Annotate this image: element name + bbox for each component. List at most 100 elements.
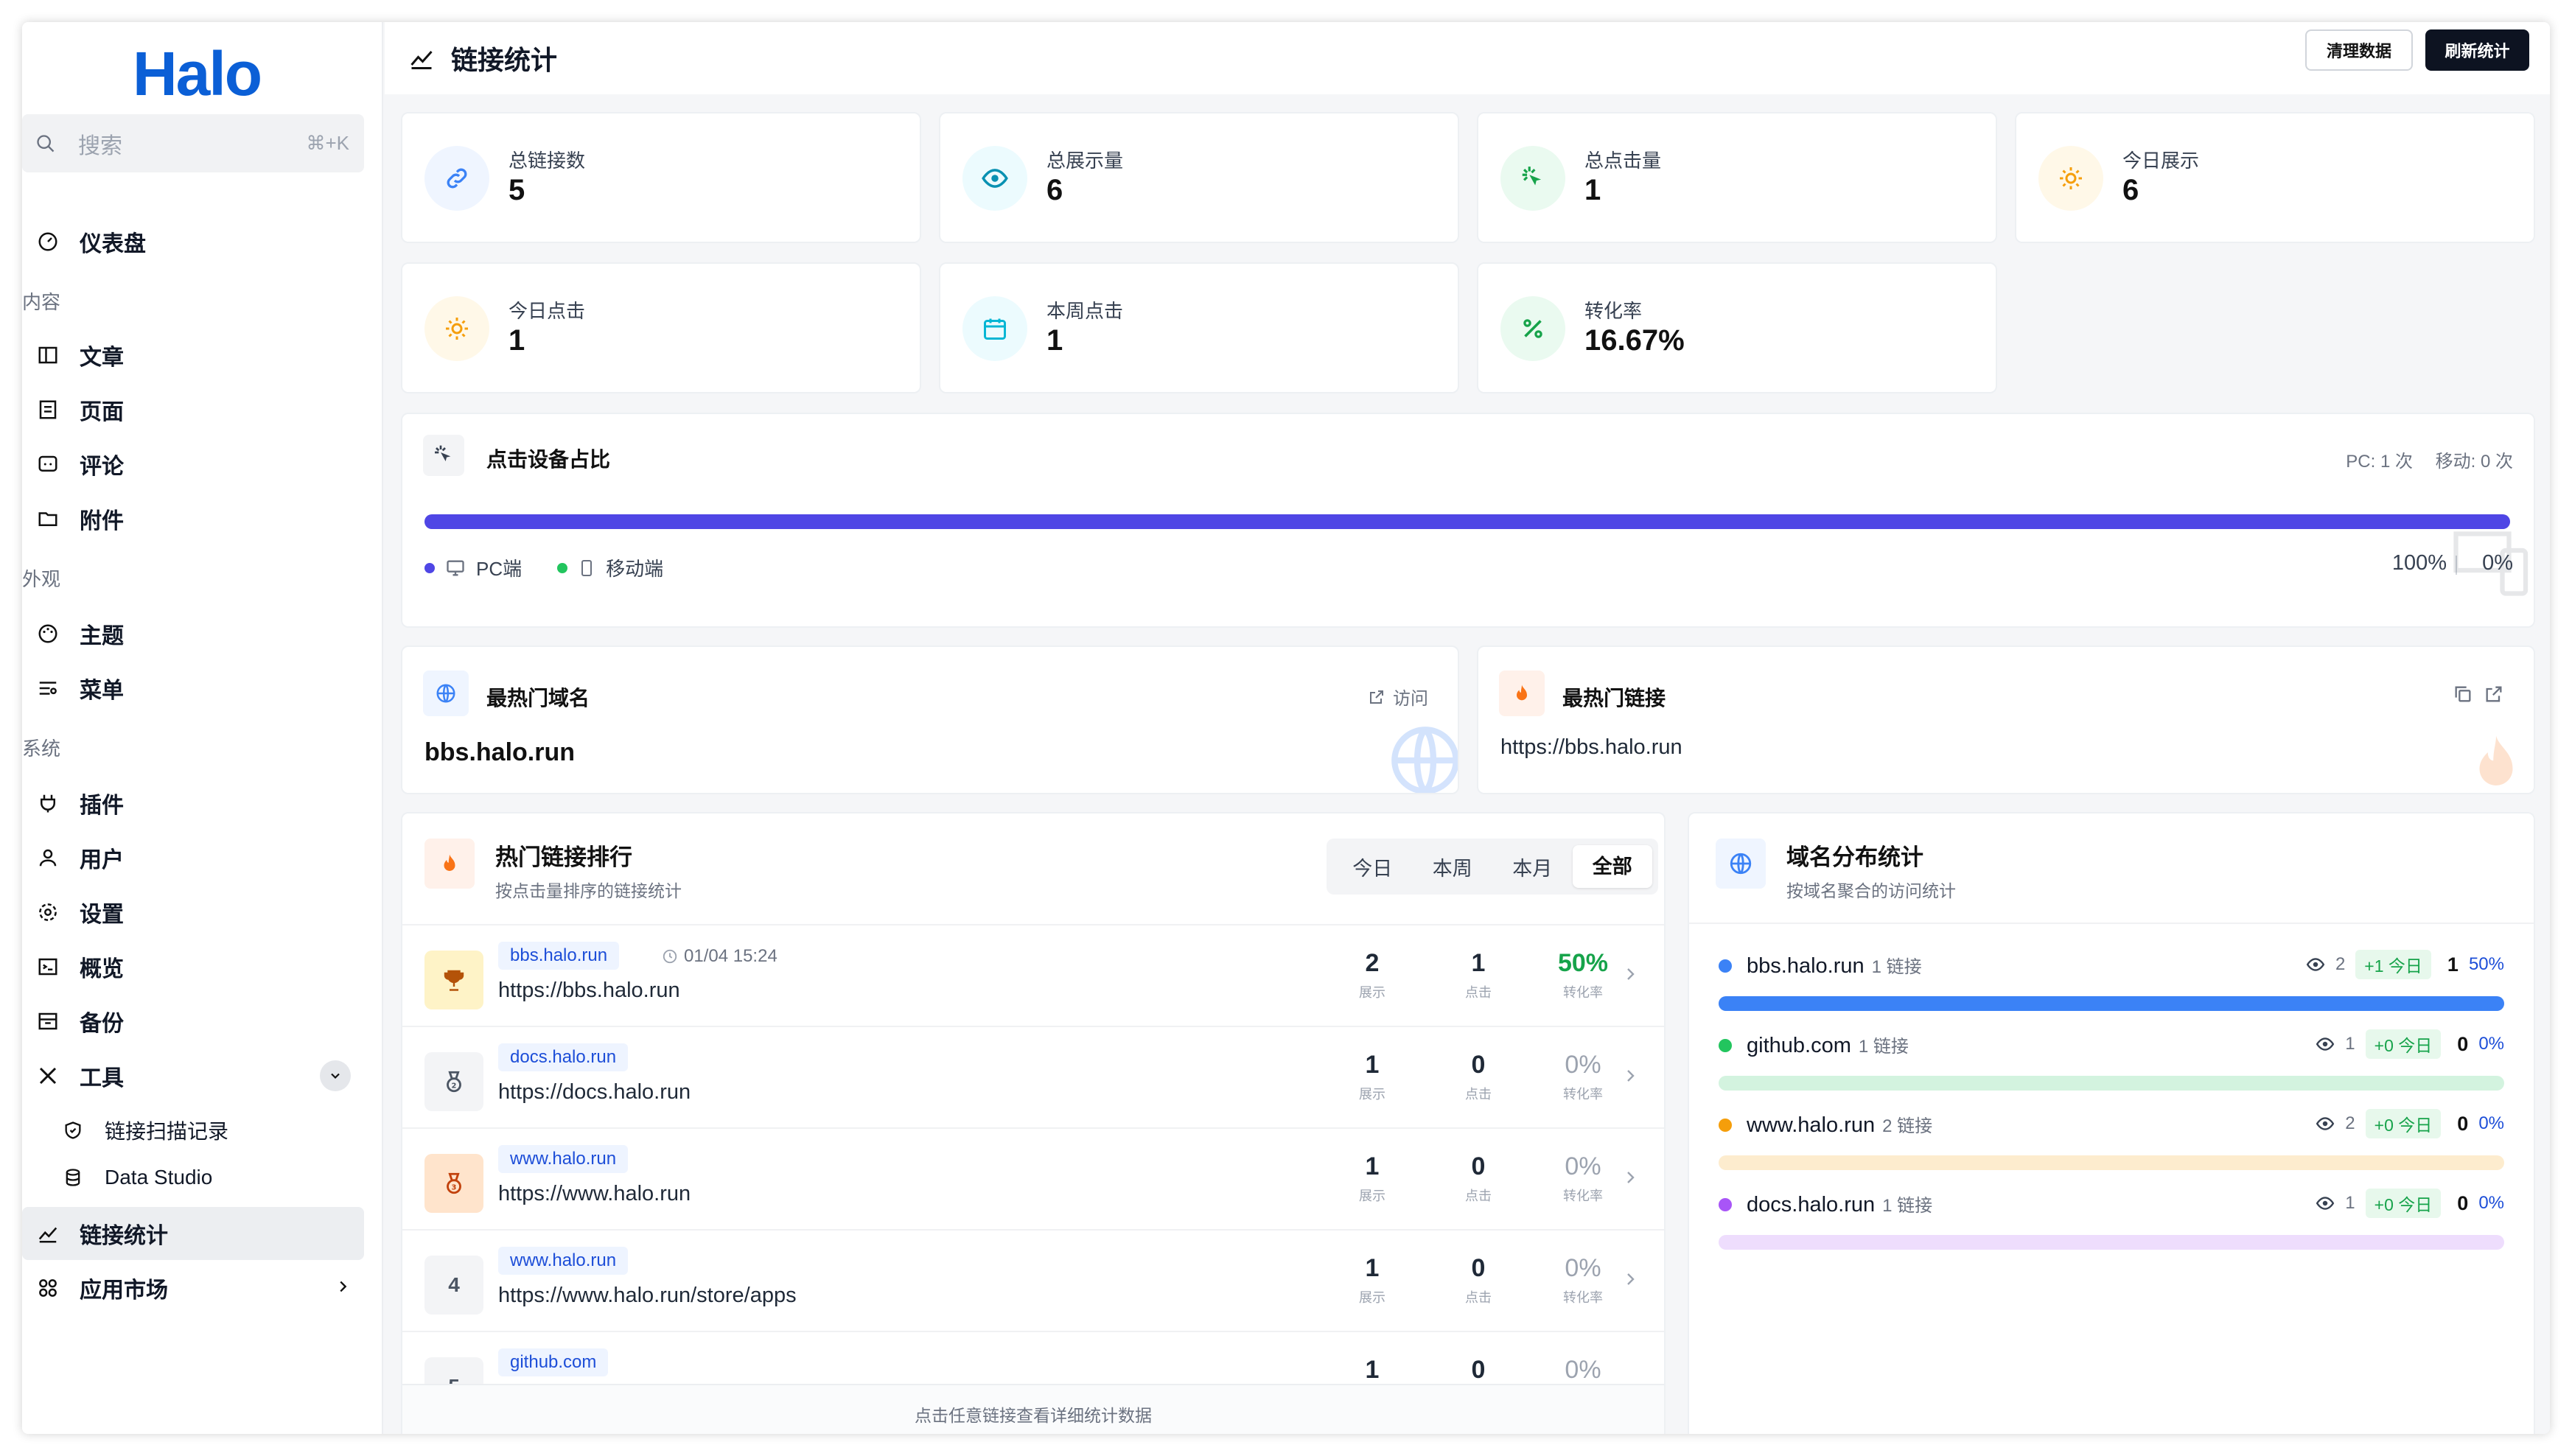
sidebar-item-data-studio[interactable]: Data Studio: [22, 1151, 364, 1204]
monitor-icon: [447, 560, 464, 575]
ranking-subtitle: 按点击量排序的链接统计: [495, 881, 682, 900]
refresh-stats-button[interactable]: 刷新统计: [2425, 29, 2529, 71]
globe-watermark-icon: [1391, 727, 1458, 793]
tab-month[interactable]: 本月: [1492, 853, 1573, 881]
sidebar-item-label: 概览: [80, 957, 124, 981]
domain-today-badge: +0 今日: [2365, 1189, 2442, 1218]
clear-data-button[interactable]: 清理数据: [2305, 29, 2413, 71]
stat-value: 5: [509, 174, 525, 206]
tools-icon: [35, 1063, 60, 1088]
domain-subtitle: 按域名聚合的访问统计: [1786, 881, 1956, 900]
plug-icon: [35, 791, 60, 816]
sidebar-item-settings[interactable]: 设置: [22, 886, 364, 939]
domain-link-count: 2 链接: [1882, 1116, 1933, 1136]
stat-card-today-views: 今日展示 6: [2015, 112, 2535, 243]
domain-metrics: 2 +0 今日 0 0%: [2316, 1109, 2504, 1138]
domain-tag: www.halo.run: [498, 1145, 629, 1173]
domain-row[interactable]: bbs.halo.run 1 链接 2 +1 今日 1 50%: [1719, 950, 2504, 1024]
sidebar-item-comments[interactable]: 评论: [22, 438, 364, 491]
hot-domain-title: 最热门域名: [486, 687, 590, 710]
tab-week[interactable]: 本周: [1413, 853, 1493, 881]
sidebar-item-themes[interactable]: 主题: [22, 607, 364, 660]
domain-title: 域名分布统计: [1786, 844, 1923, 870]
clicks-metric: 0 点击: [1434, 1254, 1523, 1306]
domain-bar-track: [1719, 996, 2504, 1011]
search-bar[interactable]: 搜索 ⌘+K: [22, 114, 364, 172]
page-header: 链接统计: [385, 22, 2550, 94]
external-link-icon[interactable]: [2484, 684, 2504, 704]
ranking-row[interactable]: 2 docs.halo.run https://docs.halo.run 1 展…: [402, 1026, 1664, 1127]
tab-all[interactable]: 全部: [1572, 845, 1652, 888]
sidebar-item-attachments[interactable]: 附件: [22, 492, 364, 545]
clock-icon: [663, 949, 677, 964]
sidebar-item-overview[interactable]: 概览: [22, 940, 364, 993]
domain-metrics: 1 +0 今日 0 0%: [2316, 1189, 2504, 1218]
terminal-icon: [35, 954, 60, 979]
link-url: https://www.halo.run/store/apps: [498, 1284, 797, 1307]
page-title: 链接统计: [451, 45, 558, 75]
rate-label: 转化率: [1563, 1087, 1603, 1102]
chevron-down-icon[interactable]: [320, 1060, 351, 1091]
tab-today[interactable]: 今日: [1332, 853, 1413, 881]
svg-text:3: 3: [452, 1184, 457, 1192]
stat-label: 总点击量: [1584, 150, 1662, 172]
domain-metrics: 1 +0 今日 0 0%: [2316, 1029, 2504, 1059]
ranking-row[interactable]: 3 www.halo.run https://www.halo.run 1 展示 …: [402, 1127, 1664, 1229]
ranking-row[interactable]: 4 www.halo.run https://www.halo.run/stor…: [402, 1229, 1664, 1331]
clicks-label: 点击: [1465, 1189, 1492, 1203]
database-icon: [60, 1165, 85, 1190]
hot-link-card[interactable]: 最热门链接 https://bbs.halo.run: [1477, 645, 2535, 794]
clicks-value: 0: [1471, 1152, 1486, 1180]
mobile-legend-label: 移动端: [606, 558, 664, 580]
copy-icon[interactable]: [2453, 684, 2473, 704]
sidebar-item-dashboard[interactable]: 仪表盘: [22, 215, 364, 268]
sidebar-item-backup[interactable]: 备份: [22, 995, 364, 1048]
clicks-label: 点击: [1465, 1290, 1492, 1305]
hot-link-title: 最热门链接: [1562, 687, 1666, 710]
flame-icon: [1499, 671, 1545, 716]
domain-row[interactable]: www.halo.run 2 链接 2 +0 今日 0 0%: [1719, 1109, 2504, 1183]
views-label: 展示: [1359, 985, 1385, 1000]
ranking-row[interactable]: bbs.halo.run 01/04 15:24 https://bbs.hal…: [402, 924, 1664, 1026]
chart-line-icon: [35, 1221, 60, 1246]
domain-name: docs.halo.run 1 链接: [1747, 1191, 1932, 1217]
domain-row[interactable]: docs.halo.run 1 链接 1 +0 今日 0 0%: [1719, 1189, 2504, 1263]
domain-today-badge: +0 今日: [2365, 1109, 2442, 1138]
sidebar-item-label: 备份: [80, 1012, 124, 1036]
sidebar-item-link-stats[interactable]: 链接统计: [22, 1207, 364, 1260]
stat-card-conversion-rate: 转化率 16.67%: [1477, 262, 1997, 393]
sidebar-item-link-scan[interactable]: 链接扫描记录: [22, 1104, 364, 1157]
sidebar-item-pages[interactable]: 页面: [22, 383, 364, 436]
sidebar-item-posts[interactable]: 文章: [22, 329, 364, 382]
ranking-row[interactable]: 5 github.com 1 0 0%: [402, 1331, 1664, 1384]
sidebar-item-label: 用户: [80, 848, 124, 872]
visit-label: 访问: [1393, 689, 1428, 709]
chevron-right-icon: [1627, 968, 1635, 980]
ranking-footer: 点击任意链接查看详细统计数据: [402, 1384, 1664, 1434]
hot-domain-card[interactable]: 最热门域名 访问 bbs.halo.run: [401, 645, 1459, 794]
domain-link-count: 1 链接: [1871, 957, 1922, 977]
domain-name-text: www.halo.run: [1747, 1113, 1876, 1137]
halo-logo[interactable]: Halo: [133, 38, 262, 110]
ranking-card: 热门链接排行 按点击量排序的链接统计 今日 本周 本月 全部 bbs.halo.…: [401, 812, 1666, 1434]
stat-value: 1: [509, 324, 525, 357]
sidebar-item-menus[interactable]: 菜单: [22, 662, 364, 715]
eye-icon: [2306, 958, 2325, 971]
domain-name: bbs.halo.run 1 链接: [1747, 952, 1922, 979]
views-label: 展示: [1359, 1189, 1385, 1203]
visit-link[interactable]: 访问: [1368, 684, 1428, 710]
rate-metric: 50% 转化率: [1539, 949, 1627, 1001]
time-text: 01/04 15:24: [684, 946, 777, 966]
sidebar-item-plugins[interactable]: 插件: [22, 777, 364, 830]
group-label-content: 内容: [22, 291, 61, 313]
eye-icon: [2316, 1037, 2335, 1051]
rate-value: 0%: [1565, 1254, 1601, 1282]
sidebar-item-tools[interactable]: 工具: [22, 1049, 364, 1102]
sidebar-item-users[interactable]: 用户: [22, 831, 364, 884]
sidebar-item-app-market[interactable]: 应用市场: [22, 1261, 364, 1315]
rate-metric: 0% 转化率: [1539, 1152, 1627, 1205]
domain-row[interactable]: github.com 1 链接 1 +0 今日 0 0%: [1719, 1029, 2504, 1104]
domain-tag: docs.halo.run: [498, 1043, 629, 1071]
domain-tag: bbs.halo.run: [498, 942, 620, 970]
sidebar-item-label: 主题: [80, 624, 124, 648]
